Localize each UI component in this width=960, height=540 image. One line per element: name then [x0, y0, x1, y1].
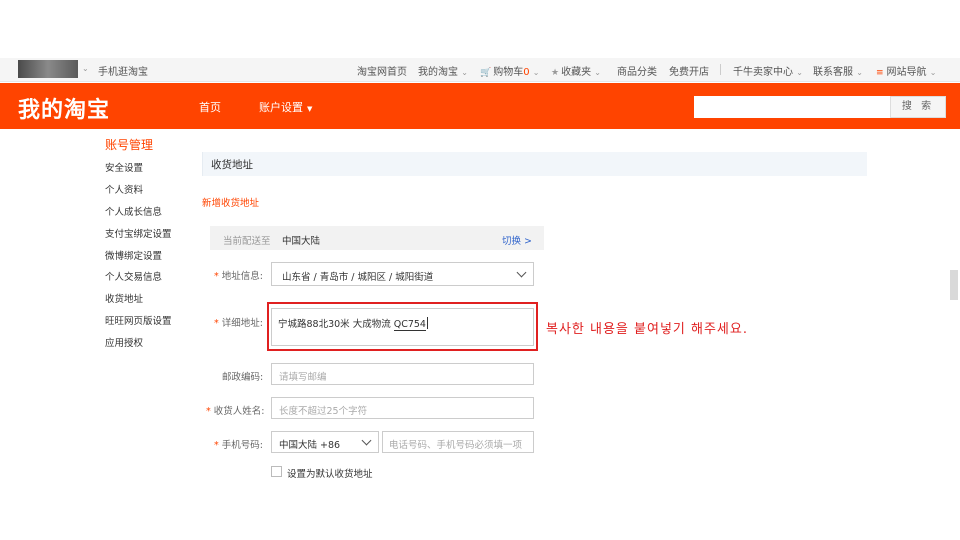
chevron-down-icon: [516, 267, 527, 278]
search-input[interactable]: [694, 96, 890, 118]
top-bar: ⌄ 手机逛淘宝 淘宝网首页 我的淘宝 ⌄ 🛒 购物车0 ⌄ ★ 收藏夹 ⌄ 商品分类…: [0, 58, 960, 82]
user-avatar[interactable]: [18, 60, 78, 78]
phone-label: * 手机号码:: [214, 437, 263, 451]
detail-address-label: * 详细地址:: [214, 315, 263, 329]
cart-count: 0: [523, 67, 530, 78]
seller-center-label: 千牛卖家中心: [733, 67, 793, 78]
chevron-down-icon: ▼: [307, 105, 313, 113]
recipient-name-placeholder: 长度不超过25个字符: [279, 406, 368, 417]
chevron-down-icon: ⌄: [532, 68, 540, 77]
site-nav-link[interactable]: ≡ 网站导航 ⌄: [876, 63, 936, 78]
divider: [720, 64, 721, 75]
star-icon: ★: [551, 68, 560, 78]
address-label-text: 地址信息:: [221, 271, 263, 282]
default-address-label: 设置为默认收货地址: [287, 469, 373, 480]
recipient-name-input[interactable]: 长度不超过25个字符: [271, 397, 534, 419]
postal-code-placeholder: 请填写邮编: [279, 372, 327, 383]
my-taobao-link[interactable]: 我的淘宝 ⌄: [418, 63, 468, 78]
sidebar-item-wangwang[interactable]: 旺旺网页版设置: [105, 313, 172, 327]
sidebar-item-trade-info[interactable]: 个人交易信息: [105, 269, 162, 283]
required-mark: *: [214, 271, 219, 282]
cart-link[interactable]: 🛒 购物车0 ⌄: [480, 63, 539, 78]
nav-account-settings[interactable]: 账户设置 ▼: [259, 99, 312, 115]
region-bar: 当前配送至 中国大陆 切换 >: [210, 226, 544, 250]
my-taobao-label: 我的淘宝: [418, 67, 458, 78]
address-label: * 地址信息:: [214, 268, 263, 282]
open-shop-link[interactable]: 免费开店: [669, 63, 709, 78]
sidebar-title: 账号管理: [105, 138, 154, 152]
menu-icon: ≡: [876, 68, 884, 78]
chevron-down-icon: ⌄: [929, 68, 937, 77]
phone-input[interactable]: 电话号码、手机号码必须填一项: [382, 431, 534, 453]
detail-address-label-text: 详细地址:: [221, 318, 263, 329]
section-header: 收货地址: [202, 152, 867, 176]
recipient-name-label: * 收货人姓名:: [206, 403, 264, 417]
sidebar-item-growth[interactable]: 个人成长信息: [105, 204, 162, 218]
site-nav-label: 网站导航: [886, 67, 927, 78]
address-select[interactable]: 山东省 / 青岛市 / 城阳区 / 城阳街道: [271, 262, 534, 286]
section-title: 收货地址: [211, 159, 253, 171]
scrollbar[interactable]: [950, 270, 958, 300]
region-value: 中国大陆: [282, 236, 321, 247]
chevron-down-icon: [361, 435, 372, 446]
categories-link[interactable]: 商品分类: [617, 63, 657, 78]
phone-country-select[interactable]: 中国大陆 +86: [271, 431, 379, 453]
highlight-box: [267, 302, 538, 351]
favorites-label: 收藏夹: [561, 67, 592, 78]
required-mark: *: [214, 440, 219, 451]
chevron-down-icon: ⌄: [796, 68, 803, 77]
phone-label-text: 手机号码:: [221, 440, 263, 451]
taobao-home-link[interactable]: 淘宝网首页: [357, 63, 407, 78]
required-mark: *: [206, 406, 211, 417]
postal-code-label: 邮政编码:: [222, 372, 264, 383]
customer-service-link[interactable]: 联系客服 ⌄: [813, 63, 863, 78]
sidebar-item-app-auth[interactable]: 应用授权: [105, 335, 143, 349]
service-label: 联系客服: [813, 67, 853, 78]
phone-country-value: 中国大陆 +86: [279, 440, 341, 451]
phone-placeholder: 电话号码、手机号码必须填一项: [389, 440, 523, 451]
cart-label: 购物车: [493, 67, 524, 78]
nav-account-label: 账户设置: [259, 101, 303, 114]
default-address-checkbox[interactable]: [271, 466, 282, 477]
sidebar-item-security[interactable]: 安全设置: [105, 160, 143, 174]
chevron-down-icon: ⌄: [856, 68, 863, 77]
favorites-link[interactable]: ★ 收藏夹 ⌄: [551, 63, 601, 78]
sidebar-item-weibo[interactable]: 微博绑定设置: [105, 248, 162, 262]
chevron-down-icon[interactable]: ⌄: [82, 64, 89, 73]
search-button[interactable]: 搜 索: [890, 96, 946, 118]
sidebar-item-address[interactable]: 收货地址: [105, 291, 143, 305]
paste-instruction: 복사한 내용을 붙여넣기 해주세요.: [546, 322, 748, 337]
my-taobao-logo[interactable]: 我的淘宝: [18, 92, 110, 124]
chevron-down-icon: ⌄: [594, 68, 601, 77]
new-address-tab[interactable]: 新增收货地址: [202, 195, 259, 209]
cart-icon: 🛒: [480, 68, 492, 78]
sidebar-item-alipay[interactable]: 支付宝绑定设置: [105, 226, 172, 240]
seller-center-link[interactable]: 千牛卖家中心 ⌄: [733, 63, 803, 78]
region-label: 当前配送至: [223, 236, 271, 247]
address-select-value: 山东省 / 青岛市 / 城阳区 / 城阳街道: [282, 272, 434, 283]
sidebar-item-profile[interactable]: 个人资料: [105, 182, 143, 196]
chevron-down-icon: ⌄: [461, 68, 468, 77]
required-mark: *: [214, 318, 219, 329]
nav-home[interactable]: 首页: [199, 99, 221, 115]
mobile-taobao-link[interactable]: 手机逛淘宝: [98, 63, 148, 78]
region-switch-link[interactable]: 切换 >: [502, 233, 532, 247]
recipient-name-label-text: 收货人姓名:: [213, 406, 265, 417]
postal-code-input[interactable]: 请填写邮编: [271, 363, 534, 385]
